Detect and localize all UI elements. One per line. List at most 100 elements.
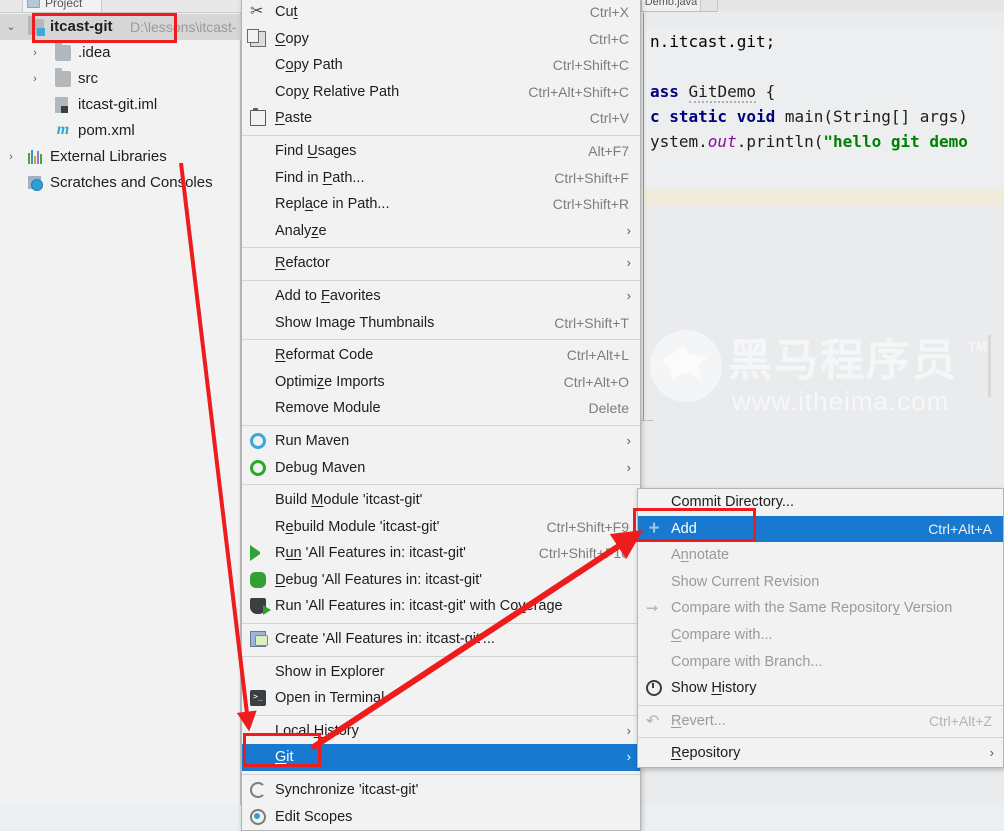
menu-item-debug-all-features-in-itcast-git[interactable]: Debug 'All Features in: itcast-git' (242, 567, 640, 594)
run-icon (250, 545, 266, 562)
menu-item-rebuild-module-itcast-git[interactable]: Rebuild Module 'itcast-git' Ctrl+Shift+F9 (242, 514, 640, 541)
chevron-right-icon[interactable]: › (4, 144, 18, 170)
project-icon (27, 0, 40, 8)
menu-item-synchronize-itcast-git[interactable]: Synchronize 'itcast-git' (242, 777, 640, 804)
menu-item-optimize-imports[interactable]: Optimize Imports Ctrl+Alt+O (242, 369, 640, 396)
tree-node-src[interactable]: › src (0, 66, 241, 92)
menu-item-show-current-revision[interactable]: Show Current Revision (638, 569, 1003, 596)
tab-project[interactable]: Project (22, 0, 102, 12)
menu-item-find-usages[interactable]: Find Usages Alt+F7 (242, 138, 640, 165)
menu-item-add-to-favorites[interactable]: Add to Favorites › (242, 283, 640, 310)
tab-demo-java[interactable]: Demo.java (641, 0, 701, 11)
menu-item-cut[interactable]: ✂ Cut Ctrl+X (242, 0, 640, 26)
menu-item-label: Open in Terminal (275, 690, 385, 707)
paste-icon (250, 108, 266, 127)
chevron-right-icon: › (626, 222, 631, 238)
menu-item-label: Refactor (275, 255, 330, 272)
tree-node-itcast-git[interactable]: ⌄ itcast-git D:\lessons\itcast- (0, 14, 241, 40)
menu-item-label: Revert... (671, 712, 726, 729)
menu-item-open-in-terminal[interactable]: >_ Open in Terminal (242, 685, 640, 712)
chevron-right-icon: › (626, 722, 631, 738)
editor-code[interactable]: n.itcast.git; ass GitDemo {c static void… (643, 29, 1004, 189)
menu-item-compare-with-branch[interactable]: Compare with Branch... (638, 649, 1003, 676)
menu-separator (242, 623, 640, 625)
menu-separator (242, 484, 640, 486)
menu-item-label: Add to Favorites (275, 287, 381, 304)
menu-item-analyze[interactable]: Analyze › (242, 218, 640, 245)
menu-item-label: Debug Maven (275, 459, 366, 476)
menu-separator (242, 714, 640, 716)
menu-item-copy-relative-path[interactable]: Copy Relative Path Ctrl+Alt+Shift+C (242, 79, 640, 106)
chevron-down-icon[interactable]: ⌄ (4, 14, 18, 40)
menu-item-show-image-thumbnails[interactable]: Show Image Thumbnails Ctrl+Shift+T (242, 310, 640, 337)
tree-node-itcast-git-iml[interactable]: itcast-git.iml (0, 92, 241, 118)
chevron-right-icon[interactable]: › (28, 40, 42, 66)
menu-item-copy-path[interactable]: Copy Path Ctrl+Shift+C (242, 52, 640, 79)
menu-item-label: Edit Scopes (275, 808, 353, 825)
chevron-right-icon: › (626, 432, 631, 448)
menu-item-edit-scopes[interactable]: Edit Scopes (242, 804, 640, 831)
menu-item-debug-maven[interactable]: Debug Maven › (242, 455, 640, 482)
menu-item-local-history[interactable]: Local History › (242, 718, 640, 745)
menu-item-add[interactable]: + Add Ctrl+Alt+A (638, 515, 1003, 543)
menu-item-paste[interactable]: Paste Ctrl+V (242, 105, 640, 132)
menu-item-label: Run Maven (275, 432, 350, 449)
menu-item-label: Replace in Path... (275, 196, 390, 213)
menu-item-show-history[interactable]: Show History (638, 675, 1003, 702)
menu-item-label: Optimize Imports (275, 373, 385, 390)
menu-item-run-maven[interactable]: Run Maven › (242, 428, 640, 455)
menu-item-run-all-features-in-itcast-git-with-coverage[interactable]: Run 'All Features in: itcast-git' with C… (242, 593, 640, 620)
menu-separator (242, 774, 640, 776)
tree-node-external-libraries[interactable]: › External Libraries (0, 144, 241, 170)
revert-icon: ↶ (646, 712, 660, 730)
sync-icon (250, 782, 266, 799)
module-folder-icon (28, 16, 45, 36)
menu-item-remove-module[interactable]: Remove Module Delete (242, 395, 640, 422)
chevron-right-icon[interactable]: › (28, 66, 42, 92)
menu-item-shortcut: Ctrl+Shift+T (554, 314, 629, 331)
menu-item-run-all-features-in-itcast-git[interactable]: Run 'All Features in: itcast-git' Ctrl+Sh… (242, 540, 640, 567)
menu-item-label: Find Usages (275, 142, 357, 159)
menu-item-copy[interactable]: Copy Ctrl+C (242, 26, 640, 53)
menu-item-revert[interactable]: ↶ Revert... Ctrl+Alt+Z (638, 708, 1003, 735)
terminal-icon: >_ (250, 690, 266, 707)
menu-item-annotate[interactable]: Annotate (638, 542, 1003, 569)
menu-item-show-in-explorer[interactable]: Show in Explorer (242, 659, 640, 686)
menu-item-label: Reformat Code (275, 347, 374, 364)
tree-node-pom-xml[interactable]: m pom.xml (0, 118, 241, 144)
menu-item-shortcut: Alt+F7 (588, 142, 629, 159)
menu-item-compare-with-the-same-repository-version[interactable]: ➙ Compare with the Same Repository Versio… (638, 595, 1003, 622)
menu-item-refactor[interactable]: Refactor › (242, 250, 640, 277)
coverage-icon (250, 598, 271, 616)
menu-item-shortcut: Ctrl+C (588, 30, 629, 47)
gutter-fold-divider (641, 420, 653, 421)
menu-item-replace-in-path[interactable]: Replace in Path... Ctrl+Shift+R (242, 191, 640, 218)
add-plus-icon: + (648, 517, 660, 539)
chevron-right-icon: › (626, 459, 631, 475)
menu-item-label: Remove Module (275, 400, 381, 417)
editor-scrollbar-marker[interactable] (988, 335, 991, 397)
menu-item-label: Repository (671, 745, 741, 762)
menu-item-git[interactable]: Git › (242, 744, 640, 772)
menu-item-repository[interactable]: Repository › (638, 740, 1003, 767)
menu-item-find-in-path[interactable]: Find in Path... Ctrl+Shift+F (242, 165, 640, 192)
tree-node-scratches-and-consoles[interactable]: Scratches and Consoles (0, 170, 241, 196)
menu-item-create-all-features-in-itcast-git[interactable]: Create 'All Features in: itcast-git'... (242, 626, 640, 653)
iml-file-icon (55, 97, 68, 113)
tree-node-label: .idea (78, 44, 111, 61)
libraries-icon (28, 149, 44, 165)
project-tree[interactable]: ⌄ itcast-git D:\lessons\itcast- › .idea … (0, 14, 241, 196)
gear-green-icon (250, 459, 266, 476)
scopes-icon (250, 808, 266, 825)
menu-item-commit-directory[interactable]: Commit Directory... (638, 489, 1003, 516)
tree-node-idea[interactable]: › .idea (0, 40, 241, 66)
menu-item-reformat-code[interactable]: Reformat Code Ctrl+Alt+L (242, 342, 640, 369)
project-toolwindow-header: Project (0, 0, 241, 13)
menu-item-label: Compare with... (671, 626, 773, 643)
menu-item-build-module-itcast-git[interactable]: Build Module 'itcast-git' (242, 487, 640, 514)
project-context-menu[interactable]: ✂ Cut Ctrl+X Copy Ctrl+C Copy Path Ctrl+Shift+… (241, 0, 641, 831)
menu-item-compare-with[interactable]: Compare with... (638, 622, 1003, 649)
git-submenu[interactable]: Commit Directory... + Add Ctrl+Alt+A Annotat… (637, 488, 1004, 768)
menu-item-label: Compare with the Same Repository Version (671, 600, 953, 617)
menu-separator (242, 339, 640, 341)
